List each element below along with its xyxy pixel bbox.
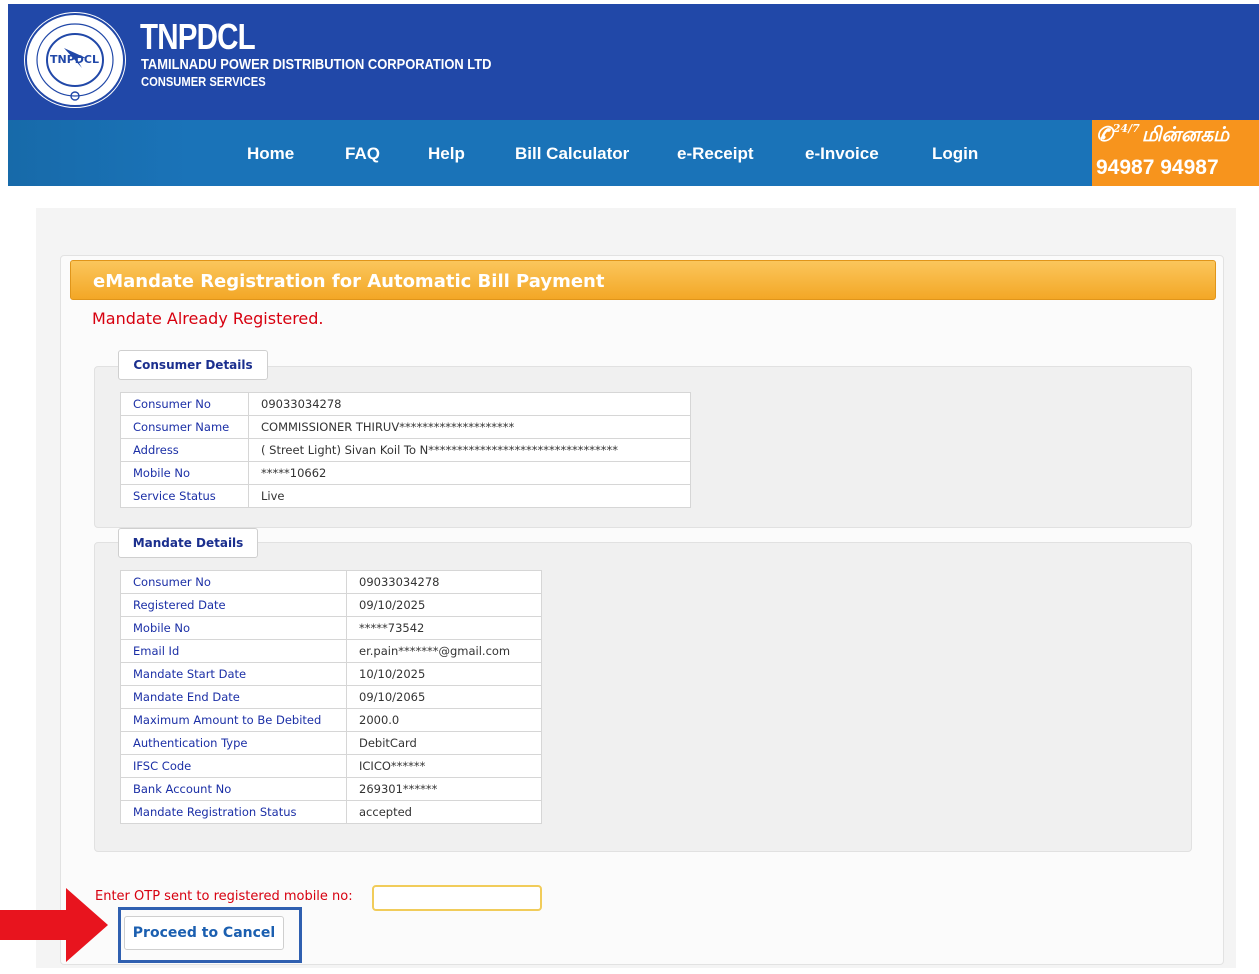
- nav-bill-calculator[interactable]: Bill Calculator: [515, 144, 629, 164]
- mandate-detail-row: Mandate End Date 09/10/2065: [120, 685, 542, 709]
- mandate-detail-row: IFSC Code ICICO******: [120, 754, 542, 778]
- nav-home[interactable]: Home: [247, 144, 294, 164]
- main-nav: Home FAQ Help Bill Calculator e-Receipt …: [8, 120, 1259, 186]
- mandate-detail-value: ICICO******: [346, 754, 542, 778]
- mandate-detail-value: 09/10/2065: [346, 685, 542, 709]
- red-arrow-icon: [0, 888, 108, 962]
- nav-e-invoice[interactable]: e-Invoice: [805, 144, 879, 164]
- mandate-detail-row: Email Id er.pain*******@gmail.com: [120, 639, 542, 663]
- consumer-detail-value: Live: [248, 484, 691, 508]
- mandate-detail-label: Mandate Registration Status: [120, 800, 347, 824]
- mandate-detail-value: 09033034278: [346, 570, 542, 594]
- consumer-detail-row: Mobile No *****10662: [120, 461, 691, 485]
- mandate-detail-label: Consumer No: [120, 570, 347, 594]
- mandate-detail-label: Authentication Type: [120, 731, 347, 755]
- consumer-details-table: Consumer No 09033034278 Consumer Name COMMI…: [120, 392, 691, 508]
- mandate-detail-label: Email Id: [120, 639, 347, 663]
- otp-input[interactable]: [372, 885, 542, 911]
- mandate-detail-label: Maximum Amount to Be Debited: [120, 708, 347, 732]
- mandate-detail-label: Mandate Start Date: [120, 662, 347, 686]
- mandate-detail-row: Maximum Amount to Be Debited 2000.0: [120, 708, 542, 732]
- consumer-detail-row: Consumer No 09033034278: [120, 392, 691, 416]
- mandate-detail-value: 269301******: [346, 777, 542, 801]
- nav-left-block: [8, 120, 188, 186]
- mandate-detail-label: Mobile No: [120, 616, 347, 640]
- mandate-detail-value: 09/10/2025: [346, 593, 542, 617]
- mandate-detail-row: Authentication Type DebitCard: [120, 731, 542, 755]
- mandate-detail-value: DebitCard: [346, 731, 542, 755]
- consumer-detail-label: Consumer Name: [120, 415, 249, 439]
- mandate-detail-row: Mobile No *****73542: [120, 616, 542, 640]
- mandate-detail-row: Mandate Start Date 10/10/2025: [120, 662, 542, 686]
- mandate-details-table: Consumer No 09033034278 Registered Date 09/…: [120, 570, 542, 824]
- mandate-detail-value: 10/10/2025: [346, 662, 542, 686]
- brand-subtitle-2: CONSUMER SERVICES: [141, 74, 266, 89]
- helpline-banner[interactable]: ✆24/7 மின்னகம் 94987 94987: [1092, 120, 1259, 186]
- consumer-detail-value: *****10662: [248, 461, 691, 485]
- nav-e-receipt[interactable]: e-Receipt: [677, 144, 754, 164]
- consumer-detail-label: Service Status: [120, 484, 249, 508]
- helpline-text: மின்னகம்: [1141, 122, 1230, 146]
- mandate-detail-row: Mandate Registration Status accepted: [120, 800, 542, 824]
- consumer-detail-row: Consumer Name COMMISSIONER THIRUV********…: [120, 415, 691, 439]
- proceed-to-cancel-button[interactable]: Proceed to Cancel: [124, 916, 284, 950]
- brand-subtitle: TAMILNADU POWER DISTRIBUTION CORPORATION…: [141, 56, 492, 73]
- mandate-detail-label: Registered Date: [120, 593, 347, 617]
- helpline-title: ✆24/7 மின்னகம்: [1096, 122, 1229, 149]
- mandate-details-legend: Mandate Details: [118, 528, 258, 558]
- consumer-details-legend: Consumer Details: [118, 350, 268, 380]
- nav-login[interactable]: Login: [932, 144, 978, 164]
- nav-help[interactable]: Help: [428, 144, 465, 164]
- mandate-detail-value: *****73542: [346, 616, 542, 640]
- page-left-edge: [0, 186, 8, 974]
- helpline-phone: 94987 94987: [1096, 156, 1219, 179]
- consumer-detail-value: ( Street Light) Sivan Koil To N*********…: [248, 438, 691, 462]
- page-title: eMandate Registration for Automatic Bill…: [93, 271, 605, 292]
- consumer-detail-row: Address( Street Light) Sivan Koil To N**…: [120, 438, 691, 462]
- mandate-detail-value: accepted: [346, 800, 542, 824]
- helpline-badge: 24/7: [1112, 122, 1140, 135]
- mandate-detail-row: Registered Date 09/10/2025: [120, 593, 542, 617]
- site-header: TNPDCL TNPDCL TAMILNADU POWER DISTRIBUTI…: [8, 4, 1259, 120]
- tnpdcl-logo[interactable]: TNPDCL: [24, 12, 126, 108]
- mandate-detail-row: Bank Account No 269301******: [120, 777, 542, 801]
- mandate-detail-label: Mandate End Date: [120, 685, 347, 709]
- mandate-detail-label: IFSC Code: [120, 754, 347, 778]
- consumer-detail-label: Mobile No: [120, 461, 249, 485]
- brand-title: TNPDCL: [140, 16, 256, 57]
- consumer-detail-value: 09033034278: [248, 392, 691, 416]
- otp-label: Enter OTP sent to registered mobile no:: [95, 889, 353, 904]
- consumer-detail-value: COMMISSIONER THIRUV********************: [248, 415, 691, 439]
- consumer-detail-row: Service Status Live: [120, 484, 691, 508]
- page-title-bar: eMandate Registration for Automatic Bill…: [70, 260, 1216, 300]
- nav-faq[interactable]: FAQ: [345, 144, 380, 164]
- mandate-detail-label: Bank Account No: [120, 777, 347, 801]
- phone-icon: ✆: [1096, 122, 1113, 146]
- consumer-detail-label: Consumer No: [120, 392, 249, 416]
- logo-text: TNPDCL: [50, 53, 99, 66]
- mandate-detail-value: er.pain*******@gmail.com: [346, 639, 542, 663]
- status-message: Mandate Already Registered.: [92, 309, 324, 328]
- mandate-detail-row: Consumer No 09033034278: [120, 570, 542, 594]
- consumer-detail-label: Address: [120, 438, 249, 462]
- mandate-detail-value: 2000.0: [346, 708, 542, 732]
